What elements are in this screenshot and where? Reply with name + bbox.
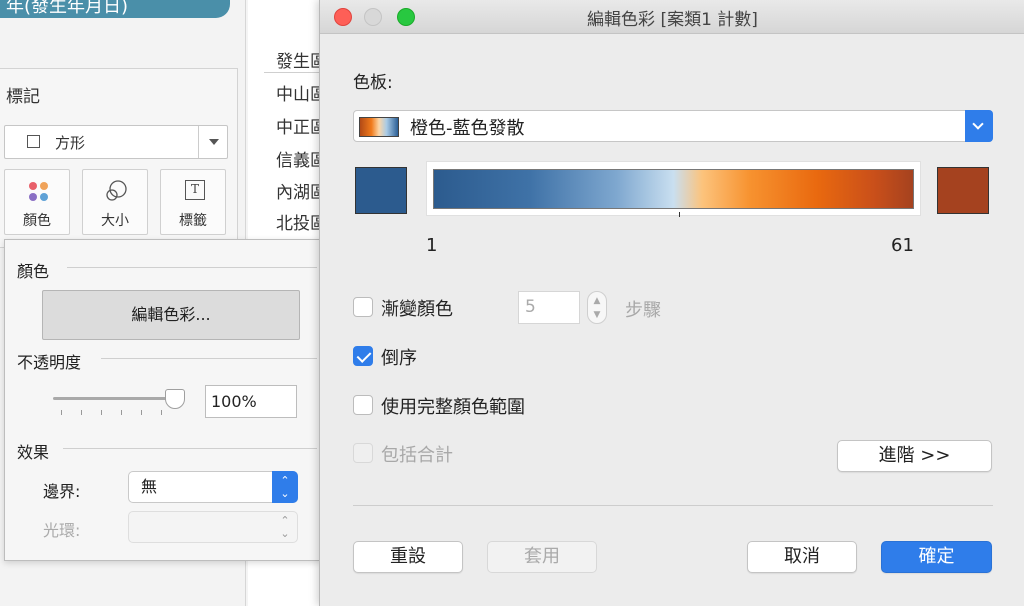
reversed-label: 倒序 — [381, 348, 417, 369]
halo-label: 光環: — [43, 521, 81, 540]
chevron-down-icon — [209, 139, 219, 145]
reset-button[interactable]: 重設 — [353, 541, 463, 573]
edit-colors-dialog: 編輯色彩 [案類1 計數] 色板: 橙色-藍色發散 1 61 漸變顏色 5 ▲ ▼… — [319, 0, 1024, 606]
advanced-button[interactable]: 進階 >> — [837, 440, 992, 472]
border-dropdown[interactable]: 無 ⌃ ⌄ — [128, 471, 298, 503]
steps-input[interactable]: 5 — [518, 291, 580, 324]
color-ramp — [433, 169, 914, 217]
color-heading: 顏色 — [17, 262, 50, 281]
size-circles-icon — [106, 180, 127, 201]
date-field-pill[interactable]: 年(發生年月日) — [0, 0, 230, 18]
chevron-down-icon — [965, 110, 993, 142]
opacity-slider-thumb[interactable] — [165, 389, 185, 409]
opacity-slider-track[interactable] — [53, 397, 177, 400]
reversed-checkbox[interactable] — [353, 346, 373, 366]
palette-name: 橙色-藍色發散 — [410, 118, 525, 139]
cancel-button[interactable]: 取消 — [747, 541, 857, 573]
start-color-swatch[interactable] — [355, 167, 407, 214]
opacity-input[interactable]: 100% — [205, 385, 297, 418]
size-mark-button[interactable]: 大小 — [82, 169, 148, 235]
palette-dropdown[interactable]: 橙色-藍色發散 — [353, 110, 993, 142]
opacity-heading: 不透明度 — [17, 353, 82, 372]
steps-stepper[interactable]: ▲ ▼ — [587, 291, 607, 324]
color-ramp-frame — [426, 161, 921, 217]
updown-arrow-icon: ⌃ ⌄ — [280, 514, 290, 540]
label-t-icon: T — [185, 180, 205, 200]
full-range-label: 使用完整顏色範圍 — [381, 397, 525, 418]
header-underline — [264, 72, 324, 73]
full-range-checkbox[interactable] — [353, 395, 373, 415]
range-max-label: 61 — [891, 235, 914, 256]
slider-tick — [141, 410, 142, 415]
slider-tick — [121, 410, 122, 415]
edit-colors-button[interactable]: 編輯色彩... — [42, 290, 300, 340]
halo-dropdown: ⌃ ⌄ — [128, 511, 298, 543]
include-totals-checkbox — [353, 443, 373, 463]
dialog-separator — [353, 505, 993, 506]
marks-card-title: 標記 — [6, 87, 40, 107]
label-mark-label: 標籤 — [179, 213, 207, 229]
size-mark-label: 大小 — [101, 213, 129, 229]
color-dots-icon — [29, 182, 49, 202]
color-popover: 顏色 編輯色彩... 不透明度 100% 效果 邊界: 無 ⌃ ⌄ 光環: ⌃ ⌄ — [4, 239, 322, 561]
color-heading-rule — [67, 267, 317, 268]
steps-unit-label: 步驟 — [625, 300, 661, 321]
apply-button: 套用 — [487, 541, 597, 573]
palette-preview-swatch — [359, 117, 399, 137]
stepped-color-label: 漸變顏色 — [381, 299, 453, 320]
range-min-label: 1 — [426, 235, 438, 256]
dropdown-divider — [198, 126, 199, 158]
border-label: 邊界: — [43, 482, 81, 501]
slider-tick — [161, 410, 162, 415]
ok-button[interactable]: 確定 — [881, 541, 992, 573]
dialog-titlebar[interactable]: 編輯色彩 [案類1 計數] — [320, 0, 1024, 34]
include-totals-label: 包括合計 — [381, 445, 453, 466]
slider-tick — [101, 410, 102, 415]
dialog-title: 編輯色彩 [案類1 計數] — [587, 10, 758, 30]
updown-arrow-icon: ⌃ ⌄ — [272, 471, 298, 503]
palette-label: 色板: — [353, 73, 393, 93]
slider-tick — [81, 410, 82, 415]
square-mark-icon — [27, 135, 40, 148]
effects-heading-rule — [63, 448, 317, 449]
effects-heading: 效果 — [17, 443, 50, 462]
color-mark-button[interactable]: 顏色 — [4, 169, 70, 235]
border-value: 無 — [141, 477, 158, 496]
opacity-heading-rule — [101, 358, 317, 359]
mark-type-label: 方形 — [55, 134, 86, 152]
slider-tick — [61, 410, 62, 415]
end-color-swatch[interactable] — [937, 167, 989, 214]
ramp-center-mark — [679, 212, 680, 217]
label-mark-button[interactable]: T 標籤 — [160, 169, 226, 235]
mark-type-dropdown[interactable]: 方形 — [4, 125, 228, 159]
stepped-color-checkbox[interactable] — [353, 297, 373, 317]
color-mark-label: 顏色 — [23, 213, 51, 229]
